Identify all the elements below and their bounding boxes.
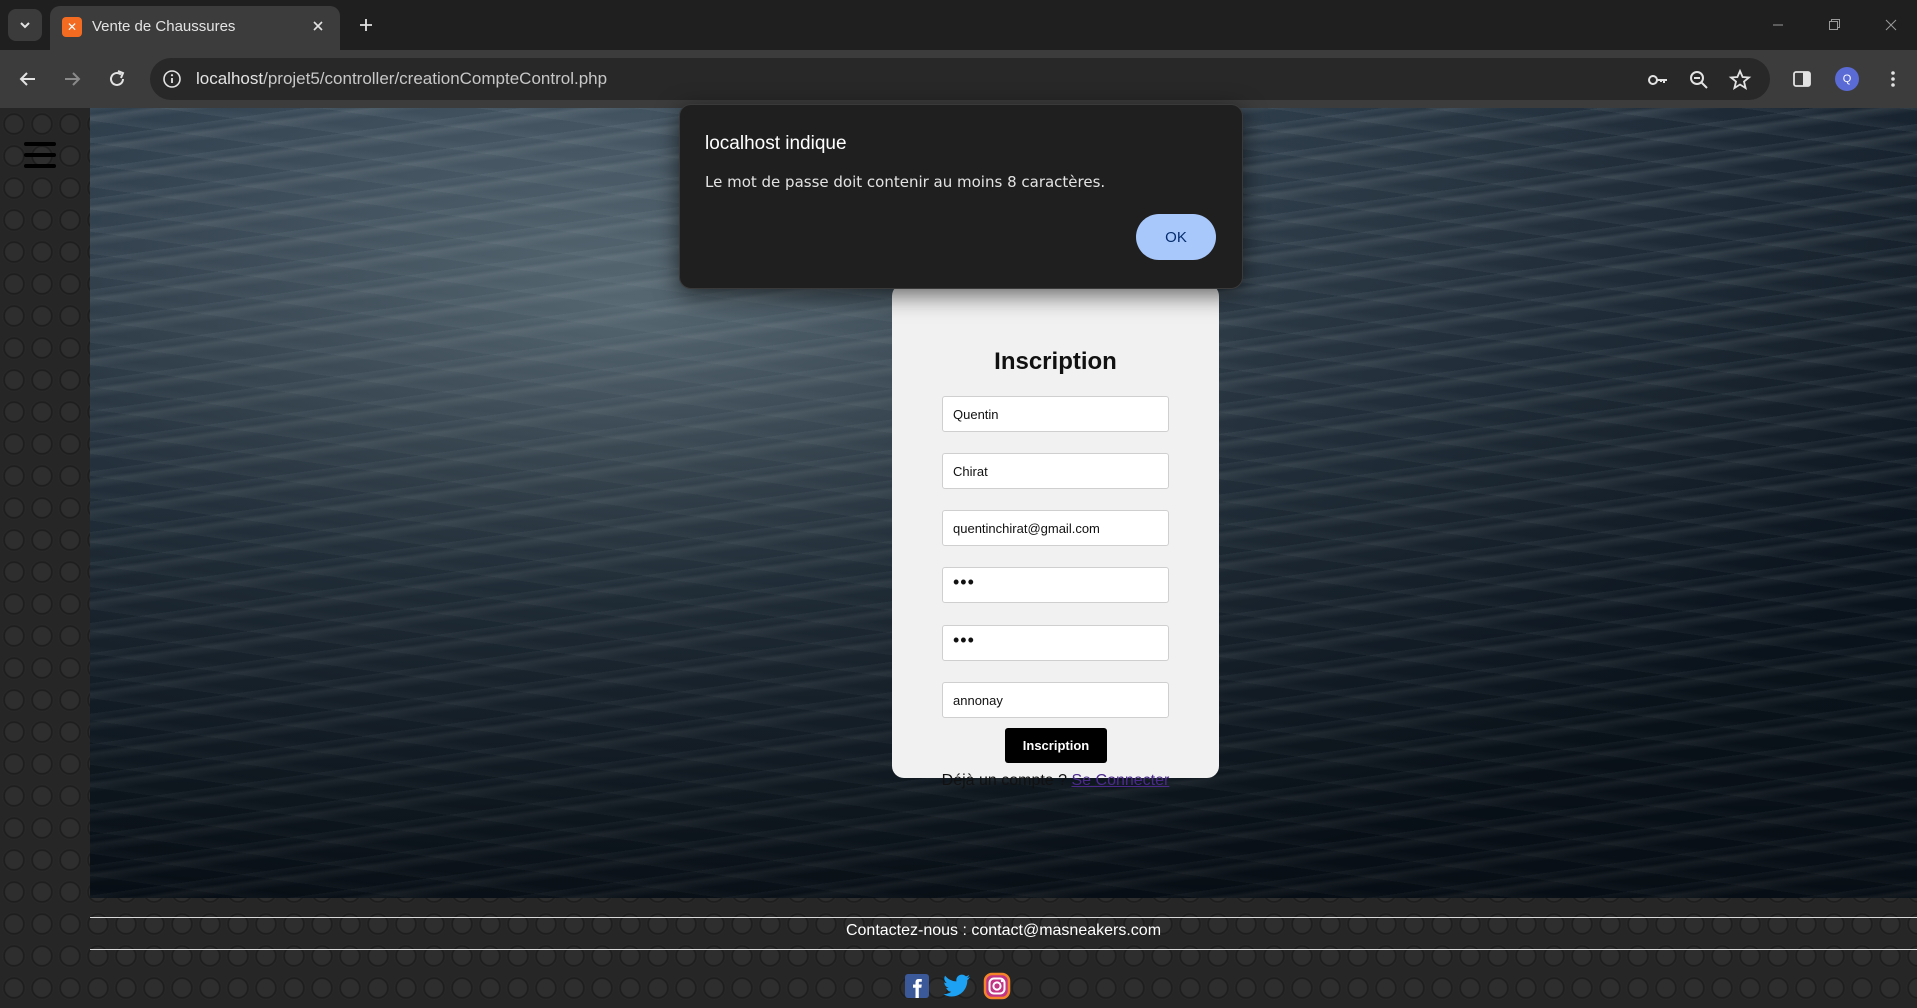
hamburger-bar	[24, 164, 56, 168]
signup-title: Inscription	[994, 348, 1117, 375]
tab-active[interactable]: ✕ Vente de Chaussures	[50, 6, 340, 50]
signup-card: Inscription Quentin Chirat quentinchirat…	[892, 284, 1219, 789]
restore-button[interactable]	[1819, 10, 1849, 40]
signup-button[interactable]: Inscription	[1005, 728, 1107, 763]
plus-icon	[360, 19, 372, 31]
ok-button[interactable]: OK	[1136, 214, 1216, 260]
url-host: localhost	[196, 69, 264, 88]
info-icon[interactable]	[162, 69, 182, 89]
forward-icon	[65, 72, 81, 86]
login-prompt-line: Déjà un compte ? Se Connecter	[892, 772, 1219, 790]
minimize-icon	[1773, 24, 1783, 26]
hamburger-icon[interactable]	[24, 142, 56, 168]
password-input[interactable]: •••	[942, 567, 1169, 603]
close-icon	[313, 21, 323, 31]
hamburger-bar	[24, 153, 56, 157]
first-name-input[interactable]: Quentin	[942, 396, 1169, 432]
tab-search-button[interactable]	[8, 9, 42, 41]
reload-button[interactable]	[101, 63, 133, 95]
star-icon[interactable]	[1728, 68, 1752, 92]
tab-close-button[interactable]	[308, 16, 328, 36]
dialog-title: localhost indique	[705, 133, 847, 154]
hamburger-bar	[24, 142, 56, 146]
address-bar[interactable]: localhost/projet5/controller/creationCom…	[150, 58, 1770, 100]
back-button[interactable]	[12, 63, 44, 95]
close-icon	[1885, 19, 1897, 31]
xampp-favicon: ✕	[62, 17, 82, 37]
side-panel-button[interactable]	[1786, 63, 1818, 95]
login-link[interactable]: Se Connecter	[1072, 772, 1170, 789]
reload-icon	[110, 70, 125, 86]
menu-dots-icon	[1891, 71, 1895, 87]
footer: Contactez-nous : contact@masneakers.com	[90, 898, 1917, 1008]
tab-title: Vente de Chaussures	[92, 18, 236, 35]
footer-divider	[90, 949, 1917, 950]
browser-toolbar: localhost/projet5/controller/creationCom…	[0, 50, 1917, 108]
sidepanel-icon	[1793, 71, 1811, 87]
sidebar	[0, 108, 90, 1008]
forward-button[interactable]	[56, 63, 88, 95]
close-window-button[interactable]	[1876, 10, 1906, 40]
social-links	[902, 971, 1012, 1001]
key-icon[interactable]	[1646, 68, 1670, 92]
email-input[interactable]: quentinchirat@gmail.com	[942, 510, 1169, 546]
footer-divider	[90, 917, 1917, 918]
chevron-down-icon	[20, 22, 30, 29]
new-tab-button[interactable]	[351, 10, 381, 40]
facebook-icon[interactable]	[902, 971, 932, 1001]
instagram-icon[interactable]	[982, 971, 1012, 1001]
url-path: /projet5/controller/creationCompteContro…	[263, 69, 608, 88]
minimize-button[interactable]	[1763, 10, 1793, 40]
back-icon	[19, 72, 35, 86]
footer-contact: Contactez-nous : contact@masneakers.com	[845, 922, 1162, 939]
tab-strip: ✕ Vente de Chaussures	[0, 0, 1917, 50]
city-input[interactable]: annonay	[942, 682, 1169, 718]
menu-button[interactable]	[1877, 63, 1909, 95]
last-name-input[interactable]: Chirat	[942, 453, 1169, 489]
url-text[interactable]: localhost/projet5/controller/creationCom…	[196, 69, 607, 89]
login-prompt: Déjà un compte ?	[941, 772, 1068, 789]
restore-icon	[1829, 19, 1840, 30]
twitter-icon[interactable]	[942, 971, 972, 1001]
password-confirm-input[interactable]: •••	[942, 625, 1169, 661]
zoom-icon[interactable]	[1687, 68, 1711, 92]
alert-dialog: localhost indique Le mot de passe doit c…	[679, 104, 1243, 289]
dialog-message: Le mot de passe doit contenir au moins 8…	[705, 173, 1106, 191]
profile-avatar[interactable]: Q	[1835, 67, 1859, 91]
